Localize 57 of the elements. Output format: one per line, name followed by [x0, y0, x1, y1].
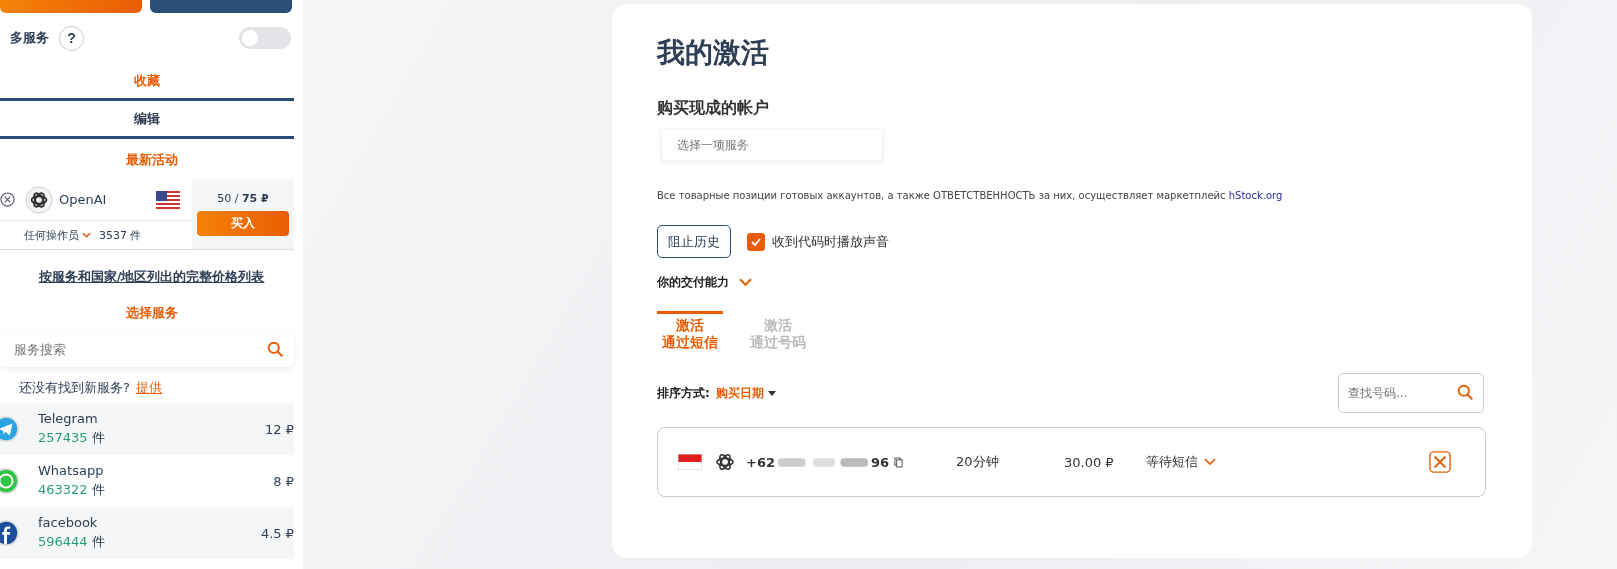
price-text: 8 ₽: [273, 473, 294, 489]
copy-icon[interactable]: [894, 456, 904, 468]
price-text: 4.5 ₽: [260, 525, 294, 541]
sound-checkbox[interactable]: [747, 232, 765, 251]
block-history-button[interactable]: 阻止历史: [657, 225, 731, 258]
multi-service-label: 多服务: [10, 29, 49, 47]
price-text: 50 / 75 ₽: [217, 192, 269, 205]
number-search-field[interactable]: 查找号码...: [1338, 373, 1484, 413]
paper-plane-icon: [0, 415, 20, 443]
page-title: 我的激活: [657, 35, 770, 71]
section-heading: 购买现成的帐户: [657, 98, 770, 119]
flag-icon: [678, 454, 702, 470]
sort-dropdown[interactable]: 购买日期: [715, 384, 776, 402]
price-list-link[interactable]: 按服务和国家/地区列出的完整价格列表: [38, 250, 265, 292]
count-text: 3537 件: [99, 227, 142, 243]
notice-text: Все товарные позиции готовых аккаунтов, а также ОТВЕТСТВЕННОСТЬ за них, осуществляет маркетплейс hStock.org: [657, 190, 1284, 201]
chevron-down-icon[interactable]: [739, 278, 752, 287]
service-row[interactable]: Whatsapp 463322 件 8 ₽: [0, 455, 294, 507]
count-text: 596444 件: [38, 533, 106, 551]
service-name: Whatsapp: [38, 463, 105, 478]
price-text: 12 ₽: [265, 421, 294, 437]
phone-suffix: 96: [871, 454, 890, 470]
operator-dropdown[interactable]: 任何操作员: [24, 227, 91, 243]
activation-tab[interactable]: 激活 通过短信: [657, 311, 723, 351]
offer-link[interactable]: 提供: [135, 379, 162, 397]
checkbox-label: 收到代码时播放声音: [772, 232, 889, 251]
letter-f-logo-icon: [0, 519, 20, 547]
chevron-down-icon[interactable]: [1204, 458, 1216, 466]
suggest-text: 还没有找到新服务?: [19, 379, 130, 397]
search-icon[interactable]: [267, 340, 284, 358]
duration-text: 20分钟: [956, 453, 1000, 471]
marketplace-link[interactable]: hStock.org: [1228, 190, 1283, 201]
multi-service-toggle[interactable]: [239, 27, 291, 49]
sort-label: 排序方式:: [657, 384, 710, 402]
service-row[interactable]: Telegram 257435 件 12 ₽: [0, 403, 294, 455]
service-row[interactable]: facebook 596444 件 4.5 ₽: [0, 507, 294, 559]
close-icon[interactable]: [0, 192, 15, 208]
service-name: facebook: [38, 515, 99, 530]
count-text: 463322 件: [38, 481, 106, 499]
price-text: 30.00 ₽: [1064, 454, 1115, 470]
status-dropdown[interactable]: 等待短信: [1146, 453, 1216, 471]
service-name: Telegram: [38, 411, 99, 426]
section-title: 最新活动: [124, 151, 179, 169]
help-button[interactable]: ?: [59, 25, 84, 51]
phone-prefix: +62: [746, 454, 775, 470]
service-select[interactable]: 选择一项服务: [662, 130, 882, 160]
count-text: 257435 件: [38, 429, 106, 447]
knot-logo-icon: [714, 451, 736, 473]
search-field[interactable]: 服务搜索: [0, 332, 294, 367]
cancel-icon[interactable]: [1429, 451, 1451, 473]
knot-logo-icon: [25, 185, 53, 214]
flag-icon: [156, 190, 180, 209]
service-name: OpenAI: [59, 192, 107, 208]
section-title: 选择服务: [124, 304, 179, 322]
caret-icon[interactable]: [767, 390, 776, 396]
search-icon[interactable]: [1457, 384, 1474, 401]
capability-label: 你的交付能力: [657, 274, 729, 291]
